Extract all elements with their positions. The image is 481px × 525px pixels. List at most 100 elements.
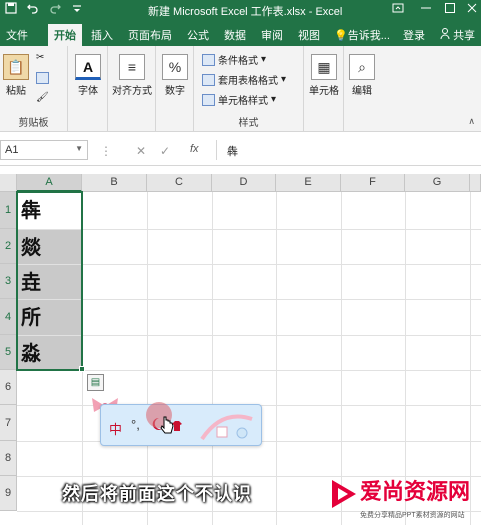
row-header-8[interactable]: 8 [0, 441, 17, 476]
collapse-ribbon-icon[interactable]: ∧ [468, 116, 475, 127]
ime-language-toggle[interactable]: 中 [109, 419, 122, 438]
ime-toolbar[interactable]: 中 °, [100, 404, 262, 446]
conditional-formatting-icon [202, 53, 215, 66]
chevron-down-icon: ▼ [75, 144, 83, 153]
tab-insert[interactable]: 插入 [91, 27, 113, 43]
conditional-formatting-button[interactable]: 条件格式 ▾ [202, 52, 266, 67]
title-bar: 新建 Microsoft Excel 工作表.xlsx - Excel [0, 0, 481, 22]
ribbon-tabs: 文件 开始 插入 页面布局 公式 数据 审阅 视图 💡告诉我... 登录 共享 [0, 22, 481, 46]
column-header-a[interactable]: A [17, 174, 82, 192]
ime-decoration-icon [197, 409, 257, 448]
column-header-c[interactable]: C [147, 174, 212, 192]
editing-group: ⌕ 编辑 [344, 46, 380, 132]
cell-a1[interactable]: 犇 [17, 192, 82, 229]
quick-access-toolbar [4, 2, 84, 17]
alignment-button[interactable]: ≡ 对齐方式 [110, 54, 154, 97]
cell-a4[interactable]: 所 [17, 300, 82, 335]
copy-button[interactable] [36, 72, 49, 84]
number-group: % 数字 [156, 46, 194, 132]
row-header-2[interactable]: 2 [0, 229, 17, 264]
column-header-b[interactable]: B [82, 174, 147, 192]
row-header-5[interactable]: 5 [0, 335, 17, 370]
cancel-icon[interactable]: ✕ [136, 144, 146, 158]
save-icon[interactable] [4, 2, 18, 17]
column-header-e[interactable]: E [276, 174, 341, 192]
formula-bar: A1 ▼ ⋮ ✕ ✓ fx 犇 [0, 132, 481, 166]
cell-a3[interactable]: 垚 [17, 265, 82, 299]
table-icon [202, 73, 215, 86]
tell-me-box[interactable]: 💡告诉我... [334, 27, 390, 43]
select-all-corner[interactable] [0, 174, 17, 192]
tab-view[interactable]: 视图 [298, 27, 320, 43]
maximize-icon[interactable] [444, 2, 456, 17]
play-logo-icon [330, 478, 358, 515]
ime-punctuation-toggle[interactable]: °, [131, 417, 140, 432]
enter-icon[interactable]: ✓ [160, 144, 170, 158]
format-painter-button[interactable]: 🖌 [36, 92, 49, 103]
insert-function-button[interactable]: fx [190, 143, 199, 155]
watermark: 爱尚资源网 免费分享精品PPT素材资源的网站 [328, 474, 481, 525]
row-header-6[interactable]: 6 [0, 370, 17, 405]
worksheet-grid[interactable]: A B C D E F G 1 2 3 4 5 6 7 8 9 犇 燚 垚 所 … [0, 166, 481, 525]
gridline [17, 264, 481, 265]
paintbrush-icon: 🖌 [36, 92, 49, 103]
quick-analysis-icon[interactable]: ▤ [87, 374, 104, 391]
tab-data[interactable]: 数据 [224, 27, 246, 43]
gridline [17, 299, 481, 300]
percent-icon: % [162, 54, 188, 80]
tab-file[interactable]: 文件 [6, 27, 28, 43]
copy-icon [36, 72, 49, 84]
row-header-3[interactable]: 3 [0, 264, 17, 299]
paste-button[interactable]: 📋 粘贴 [2, 54, 30, 97]
row-header-9[interactable]: 9 [0, 476, 17, 511]
tab-page-layout[interactable]: 页面布局 [128, 27, 172, 43]
mouse-cursor-icon [160, 416, 174, 439]
tab-formulas[interactable]: 公式 [187, 27, 209, 43]
share-button[interactable]: 共享 [440, 27, 475, 43]
row-header-1[interactable]: 1 [0, 192, 17, 229]
row-header-7[interactable]: 7 [0, 405, 17, 441]
minimize-icon[interactable] [420, 2, 432, 17]
column-header-h[interactable] [470, 174, 481, 192]
cell-styles-button[interactable]: 单元格样式 ▾ [202, 92, 276, 107]
column-header-f[interactable]: F [341, 174, 405, 192]
clipboard-icon: 📋 [3, 54, 29, 80]
watermark-subtitle: 免费分享精品PPT素材资源的网站 [360, 512, 465, 519]
alignment-group: ≡ 对齐方式 [108, 46, 156, 132]
formula-input[interactable]: 犇 [216, 140, 481, 160]
ribbon: 📋 粘贴 ✂ 🖌 剪贴板 A 字体 ≡ 对齐方式 % 数字 条件格式 ▾ 套用表格… [0, 46, 481, 132]
person-icon [440, 28, 453, 42]
column-header-g[interactable]: G [405, 174, 470, 192]
format-as-table-button[interactable]: 套用表格格式 ▾ [202, 72, 286, 87]
fill-handle[interactable] [79, 366, 85, 372]
tab-home[interactable]: 开始 [48, 24, 82, 46]
cell-a5[interactable]: 淼 [17, 336, 82, 370]
number-button[interactable]: % 数字 [161, 54, 189, 97]
cells-button[interactable]: ▦ 单元格 [306, 54, 342, 97]
gridline [17, 370, 481, 371]
align-lines-icon: ≡ [119, 54, 145, 80]
dropdown-arrow-icon: ▾ [271, 94, 277, 105]
name-box[interactable]: A1 ▼ [0, 140, 88, 160]
lightbulb-icon: 💡 [334, 30, 348, 42]
more-options-icon: ⋮ [100, 144, 112, 158]
font-group: A 字体 [68, 46, 108, 132]
cells-group: ▦ 单元格 [304, 46, 344, 132]
ribbon-display-options-icon[interactable] [392, 2, 404, 17]
redo-icon[interactable] [48, 2, 62, 17]
watermark-title: 爱尚资源网 [360, 479, 471, 505]
editing-button[interactable]: ⌕ 编辑 [348, 54, 376, 97]
customize-icon[interactable] [70, 2, 84, 17]
column-header-d[interactable]: D [212, 174, 276, 192]
tab-review[interactable]: 审阅 [261, 27, 283, 43]
row-header-4[interactable]: 4 [0, 299, 17, 335]
cut-button[interactable]: ✂ [36, 52, 44, 63]
cell-a2[interactable]: 燚 [17, 230, 82, 264]
undo-icon[interactable] [26, 2, 40, 17]
cell-styles-icon [202, 93, 215, 106]
video-subtitle: 然后将前面这个不认识 [62, 484, 252, 505]
font-button[interactable]: A 字体 [73, 54, 103, 97]
sign-in-link[interactable]: 登录 [403, 27, 425, 43]
close-icon[interactable] [466, 2, 478, 17]
font-color-a-icon: A [75, 54, 101, 80]
